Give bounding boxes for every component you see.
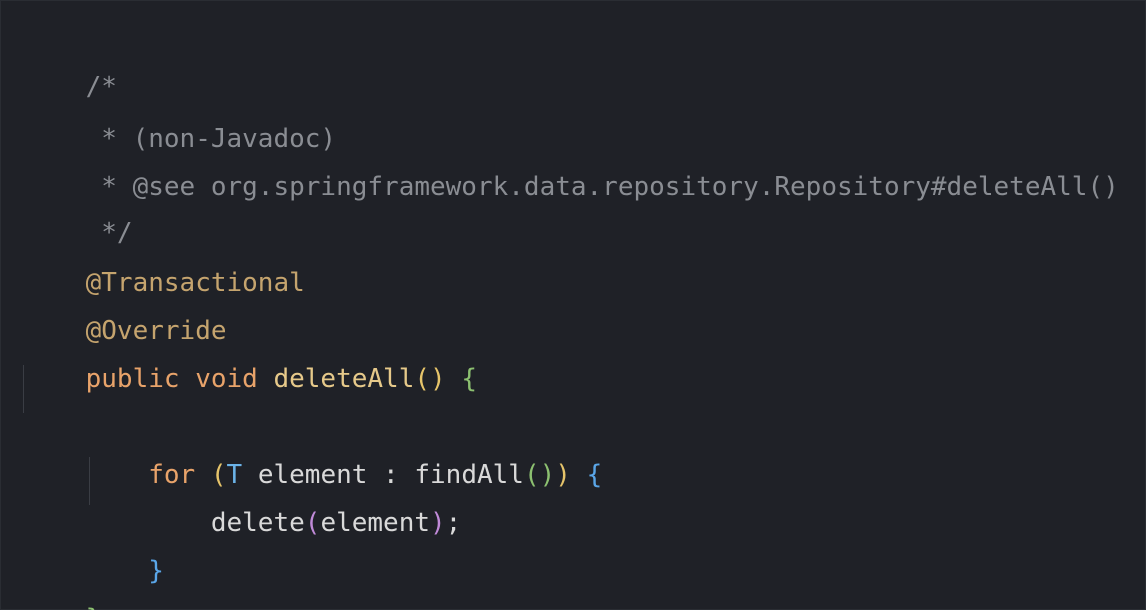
code-token: )	[555, 460, 571, 490]
code-token: deleteAll	[273, 364, 415, 394]
code-line[interactable]: /*	[23, 27, 117, 102]
code-token: }	[86, 604, 102, 610]
code-token: * @see org.springframework.data.reposito…	[85, 172, 1119, 202]
code-line[interactable]: * (non-Javadoc)	[23, 79, 336, 154]
code-line[interactable]: }	[23, 511, 164, 586]
code-token: (	[304, 508, 321, 538]
code-token: ()	[414, 364, 446, 394]
code-token: ()	[523, 460, 556, 490]
code-line[interactable]: @Transactional	[23, 223, 305, 298]
code-line[interactable]: */	[23, 173, 132, 248]
code-line[interactable]: public void deleteAll() {	[23, 319, 477, 394]
code-line[interactable]: * @see org.springframework.data.reposito…	[23, 127, 1118, 202]
code-token: {	[586, 460, 603, 490]
code-token: ;	[445, 508, 462, 538]
code-line[interactable]: for (T element : findAll()) {	[23, 415, 602, 490]
code-editor[interactable]: /* * (non-Javadoc) * @see org.springfram…	[0, 0, 1146, 610]
code-line[interactable]: delete(element);	[23, 463, 461, 538]
code-token: public void	[85, 364, 274, 394]
code-token: )	[430, 508, 446, 538]
code-token: element	[320, 508, 431, 538]
code-line[interactable]: @Override	[23, 271, 227, 346]
code-token: {	[461, 364, 477, 394]
code-line[interactable]: }	[23, 559, 102, 610]
